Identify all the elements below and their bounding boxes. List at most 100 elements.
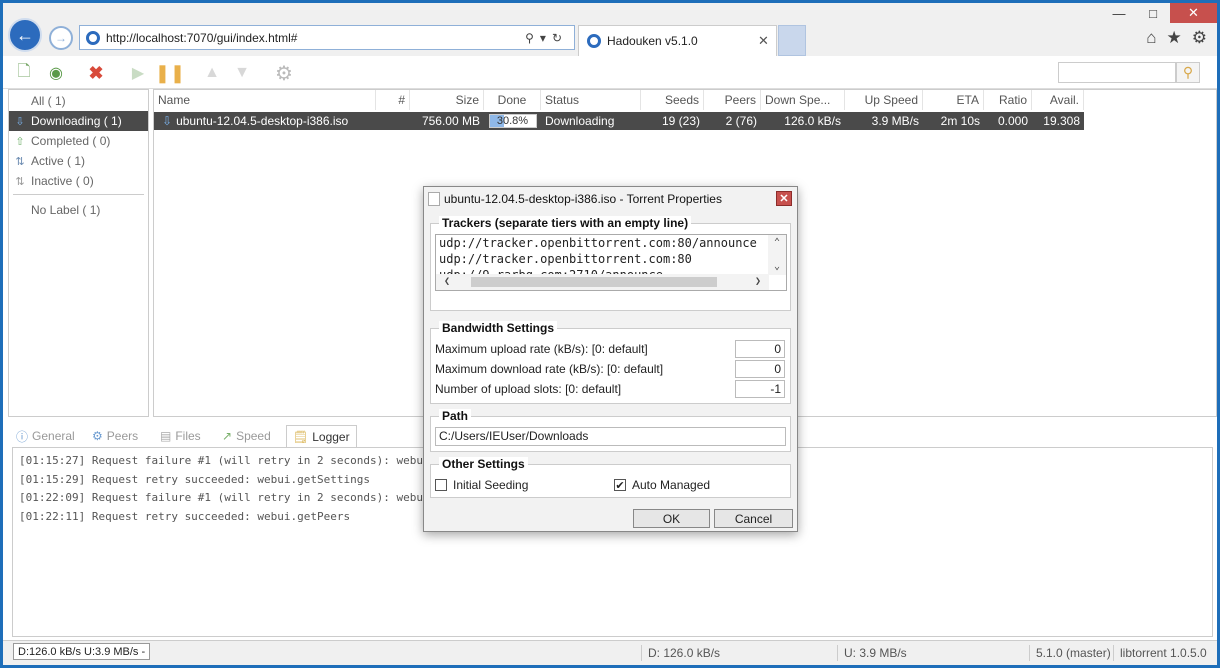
download-arrow-icon: ⇩: [162, 114, 173, 128]
column-header[interactable]: Status: [541, 90, 641, 110]
row-name: ubuntu-12.04.5-desktop-i386.iso: [176, 114, 349, 128]
trackers-fieldset: Trackers (separate tiers with an empty l…: [430, 216, 791, 311]
upload-arrow-icon: ⇧: [15, 135, 25, 148]
column-header[interactable]: Ratio: [984, 90, 1032, 110]
status-version: 5.1.0 (master): [1029, 645, 1113, 661]
favorites-icon[interactable]: ★: [1167, 28, 1182, 48]
sidebar-item-label: Completed ( 0): [31, 134, 111, 148]
search-input[interactable]: [1058, 62, 1176, 83]
browser-window: ← → http://localhost:7070/gui/index.html…: [3, 3, 1217, 665]
column-header[interactable]: ETA: [923, 90, 984, 110]
forward-button[interactable]: →: [49, 26, 73, 50]
tab-logger[interactable]: 🗒 Logger: [286, 425, 357, 447]
auto-managed-check-icon[interactable]: ✔: [614, 479, 626, 492]
address-bar[interactable]: http://localhost:7070/gui/index.html# ⚲▾…: [79, 25, 575, 50]
sidebar-item-all[interactable]: All ( 1): [9, 91, 148, 111]
column-header[interactable]: #: [376, 90, 410, 110]
pause-icon[interactable]: ❚❚: [155, 62, 185, 84]
initial-seeding-checkbox[interactable]: Initial Seeding: [435, 477, 528, 493]
dialog-titlebar[interactable]: ubuntu-12.04.5-desktop-i386.iso - Torren…: [424, 187, 797, 211]
scroll-down-icon[interactable]: ⌄: [774, 259, 780, 275]
scroll-thumb[interactable]: [471, 277, 717, 287]
tab-label: Speed: [236, 429, 271, 443]
browser-tools: ⌂ ★ ⚙: [1146, 28, 1207, 48]
dialog-close-icon[interactable]: ✕: [776, 191, 792, 206]
add-url-icon[interactable]: ◉: [45, 62, 67, 84]
status-down-speed: D: 126.0 kB/s: [641, 645, 841, 661]
column-header[interactable]: Peers: [704, 90, 761, 110]
ok-button[interactable]: OK: [633, 509, 710, 528]
scroll-right-icon[interactable]: ❯: [755, 274, 761, 290]
browser-tab[interactable]: Hadouken v5.1.0 ✕: [578, 25, 777, 56]
row-ratio: 0.000: [984, 112, 1032, 130]
row-seeds: 19 (23): [641, 112, 704, 130]
queue-down-icon[interactable]: ▼: [231, 62, 253, 84]
new-tab-button[interactable]: [778, 25, 806, 56]
scroll-up-icon[interactable]: ⌃: [774, 235, 780, 251]
auto-managed-checkbox[interactable]: ✔ Auto Managed: [614, 477, 710, 493]
sidebar-item-label: Downloading ( 1): [31, 114, 122, 128]
tab-close-icon[interactable]: ✕: [758, 33, 776, 49]
horizontal-scrollbar[interactable]: ❮ ❯: [436, 274, 769, 290]
address-url[interactable]: http://localhost:7070/gui/index.html#: [106, 31, 525, 45]
document-icon: [428, 192, 440, 206]
sidebar-item-active[interactable]: ⇅ Active ( 1): [9, 151, 148, 171]
address-tools-icon[interactable]: ⚲▾↻: [525, 31, 574, 45]
path-input[interactable]: C:/Users/IEUser/Downloads: [435, 427, 786, 446]
auto-managed-label: Auto Managed: [632, 478, 711, 492]
bandwidth-legend: Bandwidth Settings: [439, 321, 557, 335]
progress-text: 30.8%: [496, 115, 529, 127]
max-download-label: Maximum download rate (kB/s): [0: defaul…: [435, 362, 664, 376]
column-header[interactable]: Name: [154, 90, 376, 110]
scroll-left-icon[interactable]: ❮: [444, 274, 450, 290]
tab-favicon-icon: [587, 34, 601, 48]
row-down-speed: 126.0 kB/s: [761, 112, 845, 130]
tab-peers[interactable]: ⚙ Peers: [86, 425, 144, 447]
remove-icon[interactable]: ✖: [85, 62, 107, 84]
sidebar-item-downloading[interactable]: ⇩ Downloading ( 1): [9, 111, 148, 131]
row-name-cell: ⇩ ubuntu-12.04.5-desktop-i386.iso: [154, 112, 376, 130]
add-torrent-icon[interactable]: 🗋: [13, 62, 35, 84]
row-num: [376, 112, 410, 130]
tab-files[interactable]: ▤ Files: [154, 425, 207, 447]
column-header[interactable]: Seeds: [641, 90, 704, 110]
column-header[interactable]: Size: [410, 90, 484, 110]
column-header[interactable]: Done: [484, 90, 541, 110]
logger-icon: 🗒: [293, 429, 309, 444]
vertical-scrollbar[interactable]: ⌃ ⌄: [768, 235, 786, 275]
app-toolbar: 🗋 ◉ ✖ ▶ ❚❚ ▲ ▼ ⚙ ⚲: [3, 56, 1217, 89]
progress-bar: 30.8%: [488, 114, 537, 128]
active-arrows-icon: ⇅: [15, 155, 25, 168]
close-icon[interactable]: ✕: [1170, 3, 1217, 23]
row-up-speed: 3.9 MB/s: [845, 112, 923, 130]
status-bar: D:126.0 kB/s U:3.9 MB/s - D: 126.0 kB/s …: [3, 640, 1217, 665]
cancel-button[interactable]: Cancel: [714, 509, 793, 528]
tab-speed[interactable]: ↗ Speed: [216, 425, 277, 447]
home-icon[interactable]: ⌂: [1146, 28, 1156, 48]
settings-gear-icon[interactable]: ⚙: [273, 62, 295, 85]
sidebar-item-no-label[interactable]: No Label ( 1): [9, 200, 148, 220]
column-header[interactable]: Down Spe...: [761, 90, 845, 110]
upload-slots-input[interactable]: -1: [735, 380, 785, 398]
category-sidebar: All ( 1) ⇩ Downloading ( 1) ⇧ Completed …: [8, 89, 149, 417]
minimize-icon[interactable]: —: [1102, 3, 1136, 23]
row-eta: 2m 10s: [923, 112, 984, 130]
row-done-cell: 30.8%: [484, 112, 541, 130]
trackers-textarea[interactable]: udp://tracker.openbittorrent.com:80/anno…: [435, 234, 787, 291]
column-header[interactable]: Up Speed: [845, 90, 923, 110]
sidebar-item-completed[interactable]: ⇧ Completed ( 0): [9, 131, 148, 151]
tab-general[interactable]: ⓘ General: [10, 425, 81, 447]
sidebar-item-label: All ( 1): [31, 94, 66, 108]
max-upload-input[interactable]: 0: [735, 340, 785, 358]
initial-seeding-check-icon[interactable]: [435, 479, 447, 491]
max-download-input[interactable]: 0: [735, 360, 785, 378]
column-header[interactable]: Avail.: [1032, 90, 1084, 110]
sidebar-item-inactive[interactable]: ⇅ Inactive ( 0): [9, 171, 148, 191]
back-button[interactable]: ←: [8, 18, 42, 52]
start-icon[interactable]: ▶: [127, 62, 149, 84]
search-icon[interactable]: ⚲: [1176, 62, 1200, 83]
inactive-arrows-icon: ⇅: [15, 175, 25, 188]
queue-up-icon[interactable]: ▲: [201, 62, 223, 84]
gear-icon[interactable]: ⚙: [1192, 28, 1207, 48]
maximize-icon[interactable]: □: [1136, 3, 1170, 23]
